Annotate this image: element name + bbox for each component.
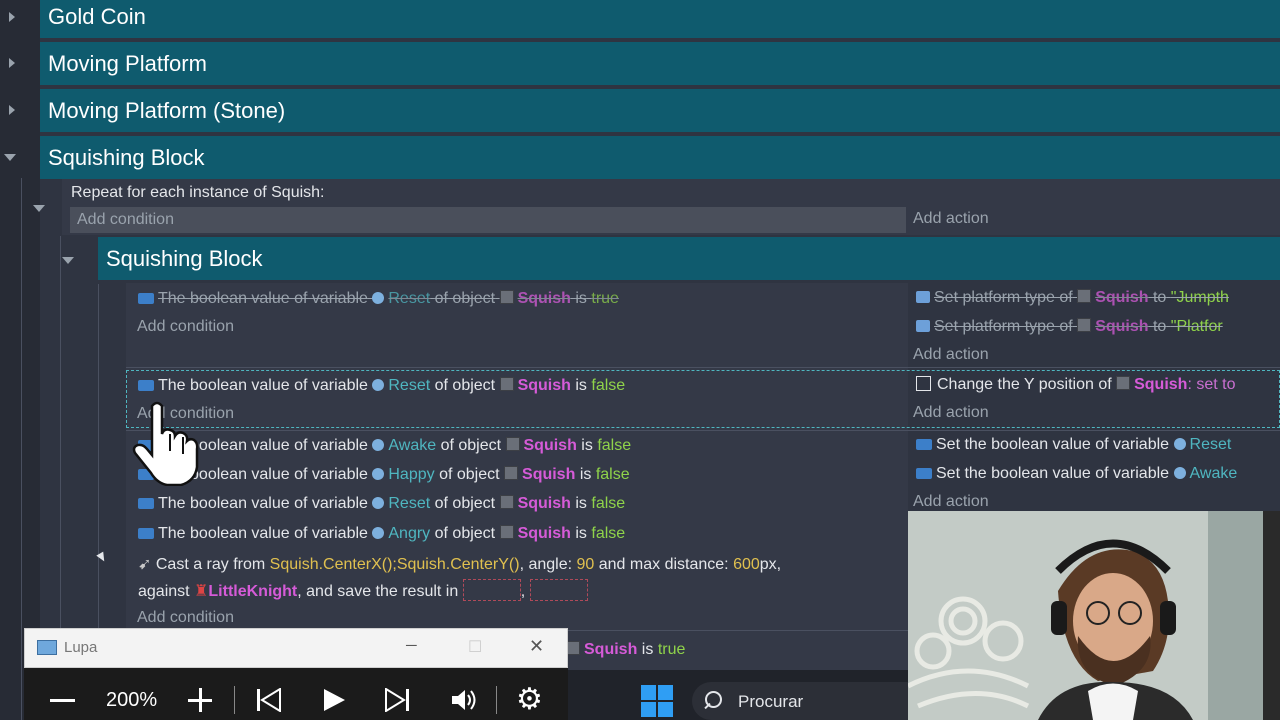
group-title: Squishing Block <box>48 145 205 170</box>
squish-object-icon <box>1077 289 1092 303</box>
condition-area <box>70 207 906 233</box>
action-set-awake[interactable]: Set the boolean value of variable Awake <box>916 465 1237 483</box>
foreach-label: Repeat for each instance of Squish: <box>71 184 325 201</box>
position-icon <box>916 376 931 391</box>
scene-variable-icon <box>372 497 385 509</box>
collapse-arrow-icon[interactable] <box>33 205 45 212</box>
squish-object-icon <box>1077 318 1092 332</box>
action-disabled[interactable]: Set platform type of Squish to "Platfor <box>916 318 1223 336</box>
zoom-in-icon <box>199 688 202 712</box>
squish-object-icon <box>499 495 514 509</box>
add-action-link[interactable]: Add action <box>913 346 989 364</box>
expand-arrow-icon[interactable] <box>9 105 15 115</box>
toolbar-divider <box>234 686 235 714</box>
tree-gutter <box>0 0 40 720</box>
squish-object-icon <box>504 466 519 480</box>
group-title: Gold Coin <box>48 4 146 29</box>
squish-object-icon <box>505 437 520 451</box>
knight-object-icon: ♜ <box>194 583 209 600</box>
play-icon[interactable] <box>322 688 346 712</box>
add-action-link[interactable]: Add action <box>913 493 989 511</box>
group-squishing-block-inner[interactable]: Squishing Block <box>98 237 1280 280</box>
variable-icon <box>138 380 154 391</box>
add-action-link[interactable]: Add action <box>913 404 989 422</box>
squish-object-icon <box>499 525 514 539</box>
toolbar-divider <box>496 686 497 714</box>
group-title: Squishing Block <box>106 246 263 271</box>
group-title: Moving Platform (Stone) <box>48 98 286 123</box>
condition-raycast-line2[interactable]: against ♜LittleKnight, and save the resu… <box>138 579 588 601</box>
collapse-arrow-icon[interactable] <box>62 257 74 264</box>
expand-arrow-icon[interactable] <box>9 58 15 68</box>
webcam-overlay <box>908 511 1280 720</box>
condition-partial[interactable]: Squish is true <box>566 641 685 659</box>
scene-variable-icon <box>372 379 385 391</box>
collapse-arrow-icon[interactable] <box>4 154 16 161</box>
group-gold-coin[interactable]: Gold Coin <box>40 0 1280 38</box>
group-title: Moving Platform <box>48 51 207 76</box>
action-disabled[interactable]: Set platform type of Squish to "Jumpth <box>916 289 1229 307</box>
squish-object-icon <box>566 641 580 655</box>
settings-gear-icon[interactable]: ⚙ <box>516 683 543 717</box>
group-moving-platform[interactable]: Moving Platform <box>40 42 1280 85</box>
scene-variable-icon <box>372 292 385 304</box>
previous-paragraph-icon[interactable] <box>256 688 282 712</box>
event-separator <box>126 430 1280 431</box>
magnifier-title: Lupa <box>64 639 98 656</box>
squish-object-icon <box>499 290 514 304</box>
next-paragraph-icon[interactable] <box>384 688 410 712</box>
taskbar-search-label: Procurar <box>738 692 804 711</box>
condition-reset-false[interactable]: The boolean value of variable Reset of o… <box>138 495 625 513</box>
condition-happy-false[interactable]: The boolean value of variable Happy of o… <box>138 466 630 484</box>
windows-start-icon[interactable] <box>641 685 673 717</box>
magnifier-app-icon <box>37 640 57 655</box>
squish-object-icon <box>1116 376 1131 390</box>
tree-line <box>21 178 22 720</box>
close-button[interactable]: ✕ <box>529 636 544 657</box>
minimize-button[interactable]: ─ <box>406 637 417 654</box>
empty-parameter-field[interactable] <box>529 579 588 601</box>
variable-icon <box>916 439 932 450</box>
variable-icon <box>138 293 154 304</box>
condition-awake-false[interactable]: The boolean value of variable Awake of o… <box>138 437 631 455</box>
condition-reset-false[interactable]: The boolean value of variable Reset of o… <box>138 377 625 395</box>
scene-variable-icon <box>1173 467 1186 479</box>
variable-icon <box>138 528 154 539</box>
magnifier-titlebar[interactable] <box>24 628 568 668</box>
action-set-reset[interactable]: Set the boolean value of variable Reset <box>916 436 1231 454</box>
zoom-level: 200% <box>106 689 158 711</box>
condition-disabled[interactable]: The boolean value of variable Reset of o… <box>138 290 619 308</box>
scene-variable-icon <box>1173 438 1186 450</box>
add-action-link[interactable]: Add action <box>913 210 989 228</box>
action-change-y[interactable]: Change the Y position of Squish: set to <box>916 376 1235 394</box>
scene-variable-icon <box>372 439 385 451</box>
condition-angry-false[interactable]: The boolean value of variable Angry of o… <box>138 525 625 543</box>
expand-arrow-icon[interactable] <box>9 12 15 22</box>
raycast-icon: ➹ <box>138 556 152 573</box>
scene-variable-icon <box>372 527 385 539</box>
variable-icon <box>138 498 154 509</box>
event-separator <box>126 367 1280 368</box>
add-condition-link[interactable]: Add condition <box>77 211 174 229</box>
zoom-out-button[interactable] <box>50 699 75 702</box>
maximize-button[interactable]: ☐ <box>468 637 482 657</box>
empty-parameter-field[interactable] <box>462 579 521 601</box>
webcam-video <box>908 511 1280 720</box>
platform-behavior-icon <box>916 291 930 303</box>
condition-raycast[interactable]: ➹ Cast a ray from Squish.CenterX();Squis… <box>138 554 781 574</box>
group-moving-platform-stone[interactable]: Moving Platform (Stone) <box>40 89 1280 132</box>
variable-icon <box>916 468 932 479</box>
hand-cursor-icon <box>132 401 199 486</box>
tree-line <box>60 236 61 676</box>
add-condition-link[interactable]: Add condition <box>137 318 234 336</box>
group-squishing-block[interactable]: Squishing Block <box>40 136 1280 179</box>
tree-line <box>98 284 99 670</box>
scene-variable-icon <box>372 468 385 480</box>
add-condition-link[interactable]: Add condition <box>137 609 234 627</box>
read-from-here-icon[interactable] <box>449 686 477 714</box>
platform-behavior-icon <box>916 320 930 332</box>
squish-object-icon <box>499 377 514 391</box>
